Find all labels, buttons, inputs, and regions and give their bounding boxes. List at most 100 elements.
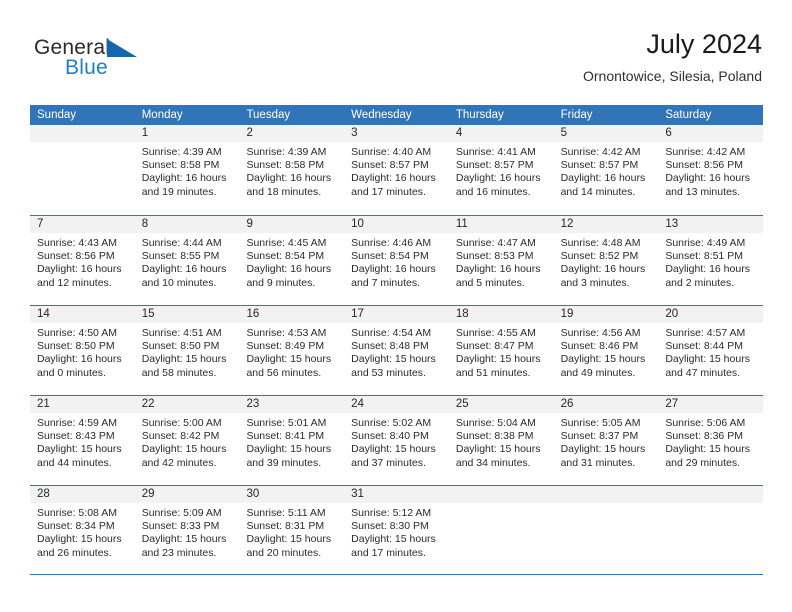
day-info-line: and 14 minutes. — [560, 185, 636, 198]
day-info-line: Daylight: 15 hours — [246, 353, 332, 366]
day-info-line: and 31 minutes. — [560, 456, 636, 469]
day-number: 4 — [448, 125, 554, 142]
day-number: 8 — [134, 216, 240, 233]
day-info-line: and 2 minutes. — [665, 276, 735, 289]
calendar-day-cell[interactable]: 16 Sunrise: 4:53 AM Sunset: 8:49 PM Dayligh… — [239, 306, 345, 395]
day-info-line: Sunset: 8:34 PM — [37, 520, 115, 533]
day-info-line: Sunrise: 4:40 AM — [351, 146, 432, 158]
day-info-line: and 58 minutes. — [141, 366, 217, 379]
day-info-line: and 29 minutes. — [665, 456, 741, 469]
day-number: 17 — [344, 306, 449, 323]
day-info-line: and 37 minutes. — [351, 456, 426, 469]
calendar-day-cell[interactable]: 3 Sunrise: 4:40 AM Sunset: 8:57 PM Daylight… — [344, 125, 449, 215]
calendar-day-cell[interactable]: 4 Sunrise: 4:41 AM Sunset: 8:57 PM Daylight… — [448, 125, 554, 215]
day-info-line: and 47 minutes. — [665, 366, 741, 379]
day-number: 16 — [239, 306, 345, 323]
day-sun-info: Sunrise: 4:43 AM Sunset: 8:56 PM Daylight:… — [30, 233, 135, 290]
day-info-line: Daylight: 15 hours — [351, 533, 436, 546]
day-sun-info: Sunrise: 5:02 AM Sunset: 8:40 PM Daylight:… — [344, 413, 449, 470]
calendar-day-cell[interactable]: 24 Sunrise: 5:02 AM Sunset: 8:40 PM Dayligh… — [344, 396, 449, 485]
day-info-line: Sunrise: 5:12 AM — [351, 507, 432, 519]
calendar-day-cell[interactable]: 6 Sunrise: 4:42 AM Sunset: 8:56 PM Daylight… — [658, 125, 764, 215]
calendar-week-row: 28 Sunrise: 5:08 AM Sunset: 8:34 PM Dayligh… — [30, 485, 764, 575]
title-block: July 2024 Ornontowice, Silesia, Poland — [583, 28, 762, 86]
calendar-day-cell[interactable]: 25 Sunrise: 5:04 AM Sunset: 8:38 PM Dayligh… — [448, 396, 554, 485]
calendar-day-cell[interactable]: 5 Sunrise: 4:42 AM Sunset: 8:57 PM Daylight… — [553, 125, 659, 215]
calendar-day-cell[interactable]: 7 Sunrise: 4:43 AM Sunset: 8:56 PM Daylight… — [30, 216, 135, 305]
day-info-line: and 16 minutes. — [455, 185, 531, 198]
day-info-line: Sunrise: 4:42 AM — [665, 146, 746, 158]
calendar-week-row: 21 Sunrise: 4:59 AM Sunset: 8:43 PM Dayligh… — [30, 395, 764, 485]
calendar-day-cell[interactable]: 28 Sunrise: 5:08 AM Sunset: 8:34 PM Dayligh… — [30, 486, 135, 574]
day-sun-info: Sunrise: 5:11 AM Sunset: 8:31 PM Daylight:… — [239, 503, 344, 560]
day-number: 1 — [134, 125, 240, 142]
calendar-day-cell-empty — [448, 486, 554, 574]
page-subtitle-location: Ornontowice, Silesia, Poland — [583, 68, 762, 84]
day-sun-info: Sunrise: 4:44 AM Sunset: 8:55 PM Daylight:… — [135, 233, 240, 290]
day-number: 22 — [134, 396, 240, 413]
day-number: 30 — [239, 486, 345, 503]
day-sun-info: Sunrise: 4:54 AM Sunset: 8:48 PM Daylight:… — [344, 323, 449, 380]
calendar-day-cell[interactable]: 19 Sunrise: 4:56 AM Sunset: 8:46 PM Dayligh… — [553, 306, 659, 395]
day-number: 27 — [658, 396, 764, 413]
day-info-line: Sunrise: 5:01 AM — [246, 417, 327, 429]
calendar-day-cell[interactable]: 10 Sunrise: 4:46 AM Sunset: 8:54 PM Dayligh… — [344, 216, 449, 305]
calendar-day-cell[interactable]: 20 Sunrise: 4:57 AM Sunset: 8:44 PM Dayligh… — [658, 306, 764, 395]
day-number: 23 — [239, 396, 345, 413]
day-info-line: Sunset: 8:57 PM — [455, 159, 534, 172]
calendar-day-cell[interactable]: 11 Sunrise: 4:47 AM Sunset: 8:53 PM Dayligh… — [448, 216, 554, 305]
calendar-day-cell-empty — [30, 125, 135, 215]
day-info-line: Sunset: 8:36 PM — [665, 430, 743, 443]
calendar-page: General Blue July 2024 Ornontowice, Sile… — [0, 0, 792, 612]
calendar-day-cell[interactable]: 14 Sunrise: 4:50 AM Sunset: 8:50 PM Dayligh… — [30, 306, 135, 395]
calendar-day-cell[interactable]: 2 Sunrise: 4:39 AM Sunset: 8:58 PM Daylight… — [239, 125, 345, 215]
calendar-day-cell[interactable]: 1 Sunrise: 4:39 AM Sunset: 8:58 PM Daylight… — [134, 125, 240, 215]
calendar-day-cell[interactable]: 15 Sunrise: 4:51 AM Sunset: 8:50 PM Dayligh… — [134, 306, 240, 395]
day-sun-info: Sunrise: 5:00 AM Sunset: 8:42 PM Daylight:… — [135, 413, 240, 470]
day-number: 3 — [344, 125, 449, 142]
day-number: 11 — [448, 216, 554, 233]
day-number: 7 — [30, 216, 135, 233]
day-info-line: Sunrise: 5:11 AM — [246, 507, 326, 519]
day-info-line: Sunset: 8:48 PM — [351, 340, 429, 353]
day-info-line: Daylight: 15 hours — [665, 353, 750, 366]
day-info-line: Sunset: 8:31 PM — [246, 520, 325, 533]
calendar-day-cell[interactable]: 23 Sunrise: 5:01 AM Sunset: 8:41 PM Dayligh… — [239, 396, 345, 485]
day-number: 24 — [344, 396, 449, 413]
calendar-day-cell[interactable]: 26 Sunrise: 5:05 AM Sunset: 8:37 PM Dayligh… — [553, 396, 659, 485]
calendar-day-cell[interactable]: 31 Sunrise: 5:12 AM Sunset: 8:30 PM Dayligh… — [344, 486, 449, 574]
day-info-line: Sunset: 8:58 PM — [246, 159, 325, 172]
calendar-day-cell[interactable]: 17 Sunrise: 4:54 AM Sunset: 8:48 PM Dayligh… — [344, 306, 449, 395]
calendar-day-cell[interactable]: 12 Sunrise: 4:48 AM Sunset: 8:52 PM Dayligh… — [553, 216, 659, 305]
day-info-line: Sunrise: 4:57 AM — [665, 327, 746, 339]
day-info-line: Sunset: 8:56 PM — [665, 159, 743, 172]
calendar-day-cell[interactable]: 27 Sunrise: 5:06 AM Sunset: 8:36 PM Dayligh… — [658, 396, 764, 485]
day-number: 29 — [134, 486, 240, 503]
day-info-line: Sunset: 8:53 PM — [455, 250, 534, 263]
day-info-line: Daylight: 15 hours — [141, 533, 227, 546]
day-info-line: Daylight: 15 hours — [351, 353, 436, 366]
calendar-day-cell[interactable]: 13 Sunrise: 4:49 AM Sunset: 8:51 PM Dayligh… — [658, 216, 764, 305]
calendar-day-cell[interactable]: 30 Sunrise: 5:11 AM Sunset: 8:31 PM Dayligh… — [239, 486, 345, 574]
calendar-day-cell[interactable]: 22 Sunrise: 5:00 AM Sunset: 8:42 PM Dayligh… — [134, 396, 240, 485]
brand-logo[interactable]: General Blue — [34, 36, 234, 88]
day-info-line: and 44 minutes. — [37, 456, 112, 469]
day-info-line: and 20 minutes. — [246, 546, 322, 559]
weekday-header-friday: Friday — [560, 109, 593, 121]
calendar-day-cell[interactable]: 29 Sunrise: 5:09 AM Sunset: 8:33 PM Dayligh… — [134, 486, 240, 574]
calendar-day-cell[interactable]: 8 Sunrise: 4:44 AM Sunset: 8:55 PM Daylight… — [134, 216, 240, 305]
calendar-day-cell[interactable]: 9 Sunrise: 4:45 AM Sunset: 8:54 PM Daylight… — [239, 216, 345, 305]
day-info-line: Sunrise: 4:56 AM — [560, 327, 641, 339]
day-info-line: and 49 minutes. — [560, 366, 636, 379]
calendar-day-cell[interactable]: 21 Sunrise: 4:59 AM Sunset: 8:43 PM Dayligh… — [30, 396, 135, 485]
weekday-header-thursday: Thursday — [455, 109, 504, 121]
weekday-header-wednesday: Wednesday — [351, 109, 412, 121]
day-sun-info: Sunrise: 4:47 AM Sunset: 8:53 PM Daylight:… — [449, 233, 554, 290]
day-number: 10 — [344, 216, 449, 233]
day-info-line: Sunset: 8:57 PM — [560, 159, 639, 172]
day-number: 21 — [30, 396, 135, 413]
day-info-line: and 17 minutes. — [351, 185, 426, 198]
calendar-day-cell[interactable]: 18 Sunrise: 4:55 AM Sunset: 8:47 PM Dayligh… — [448, 306, 554, 395]
day-info-line: Daylight: 16 hours — [141, 172, 227, 185]
day-info-line: Sunset: 8:37 PM — [560, 430, 639, 443]
